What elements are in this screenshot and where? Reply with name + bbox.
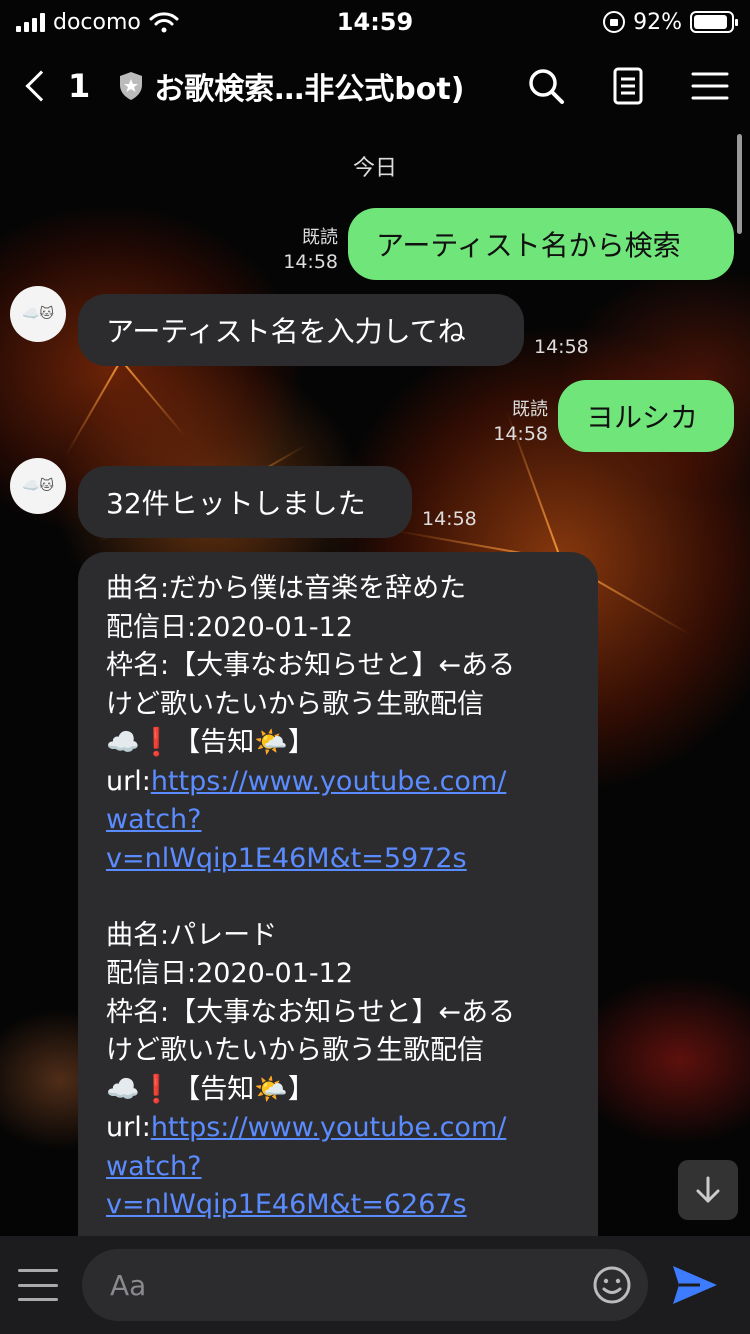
scroll-to-bottom-button[interactable] — [678, 1160, 738, 1220]
date-separator: 今日 — [352, 156, 397, 181]
chat-title[interactable]: お歌検索…非公式bot) — [118, 64, 464, 108]
url-prefix: url: — [106, 765, 151, 797]
spark — [65, 359, 122, 456]
outgoing-message[interactable]: アーティスト名から検索 — [348, 208, 734, 280]
message-input-bar — [0, 1236, 750, 1334]
chat-title-text: お歌検索…非公式bot) — [154, 72, 465, 107]
message-meta: 既読 14:58 — [270, 226, 338, 274]
youtube-link[interactable]: v=nlWqip1E46M&t=6267s — [106, 1189, 467, 1220]
status-bar: docomo 14:59 92% — [0, 0, 750, 44]
avatar-label: ☁️🐱 — [21, 478, 55, 494]
bot-avatar[interactable]: ☁️🐱 — [10, 286, 66, 342]
message-meta: 既読 14:58 — [480, 398, 548, 446]
send-icon[interactable] — [670, 1260, 720, 1310]
hamburger-icon — [18, 1283, 58, 1287]
message-text: アーティスト名から検索 — [376, 229, 681, 262]
battery-fill — [694, 15, 728, 29]
spark — [120, 359, 187, 438]
url-line: url:https://www.youtube.com/ — [106, 1109, 570, 1148]
message-time: 14:58 — [534, 336, 589, 358]
emoji-icon[interactable] — [592, 1265, 632, 1305]
message-input-container[interactable] — [82, 1249, 648, 1321]
message-text: 32件ヒットしました — [106, 487, 366, 520]
song-title-line: 曲名:パレード — [106, 919, 278, 951]
song-title-line: 曲名:だから僕は音楽を辞めた — [106, 573, 467, 604]
outgoing-message[interactable]: ヨルシカ — [558, 380, 734, 452]
cell-signal-icon — [16, 12, 45, 32]
message-input[interactable] — [110, 1268, 550, 1302]
search-results-message[interactable]: 曲名:だから僕は音楽を辞めた 配信日:2020-01-12 枠名:【大事なお知ら… — [78, 552, 598, 1252]
avatar-label: ☁️🐱 — [21, 306, 55, 322]
youtube-link[interactable]: https://www.youtube.com/ — [151, 1112, 507, 1143]
url-line: watch? — [106, 1148, 570, 1187]
read-receipt: 既読 — [302, 227, 338, 248]
rotation-lock-icon — [603, 11, 626, 33]
stream-title-line: ☁️❗【告知🌤️】 — [106, 727, 315, 758]
stream-title-line: けど歌いたいから歌う生歌配信 — [106, 688, 484, 720]
carrier-name: docomo — [53, 9, 141, 35]
hamburger-icon — [18, 1269, 58, 1272]
message-text: ヨルシカ — [586, 401, 699, 434]
url-line: url:https://www.youtube.com/ — [106, 763, 570, 802]
url-line: v=nlWqip1E46M&t=6267s — [106, 1186, 570, 1225]
search-icon[interactable] — [526, 66, 566, 106]
incoming-message[interactable]: アーティスト名を入力してね — [78, 294, 524, 366]
release-date-line: 配信日:2020-01-12 — [106, 958, 354, 989]
chevron-left-icon — [25, 70, 57, 102]
release-date-line: 配信日:2020-01-12 — [106, 611, 354, 643]
url-line: v=nlWqip1E46M&t=5972s — [106, 840, 570, 879]
arrow-down-icon — [696, 1176, 720, 1203]
back-button[interactable]: 1 — [20, 67, 90, 105]
shield-star-icon — [120, 72, 143, 100]
more-menu-button[interactable] — [16, 1263, 60, 1307]
youtube-link[interactable]: https://www.youtube.com/ — [151, 766, 507, 797]
message-time: 14:58 — [422, 508, 477, 530]
youtube-link[interactable]: watch? — [106, 804, 202, 835]
stream-title-line: ☁️❗【告知🌤️】 — [106, 1073, 315, 1105]
hamburger-icon — [18, 1298, 58, 1301]
incoming-message[interactable]: 32件ヒットしました — [78, 466, 412, 538]
wifi-icon — [149, 12, 179, 33]
stream-title-line: けど歌いたいから歌う生歌配信 — [106, 1035, 484, 1066]
battery-icon — [690, 11, 738, 33]
chat-header: 1 お歌検索…非公式bot) — [0, 44, 750, 128]
scrollbar-thumb[interactable] — [737, 134, 742, 234]
youtube-link[interactable]: watch? — [106, 1151, 202, 1182]
stream-title-line: 枠名:【大事なお知らせと】←ある — [106, 650, 516, 681]
url-line: watch? — [106, 801, 570, 840]
message-text: アーティスト名を入力してね — [106, 315, 466, 348]
message-time: 14:58 — [493, 423, 548, 445]
youtube-link[interactable]: v=nlWqip1E46M&t=5972s — [106, 843, 467, 874]
menu-icon[interactable] — [690, 66, 730, 106]
stream-title-line: 枠名:【大事なお知らせと】←ある — [106, 996, 516, 1028]
message-time: 14:58 — [283, 251, 338, 273]
back-count: 1 — [68, 67, 91, 105]
url-prefix: url: — [106, 1112, 151, 1143]
read-receipt: 既読 — [512, 399, 548, 420]
notes-icon[interactable] — [608, 66, 648, 106]
bot-avatar[interactable]: ☁️🐱 — [10, 458, 66, 514]
battery-percent: 92% — [633, 9, 682, 35]
